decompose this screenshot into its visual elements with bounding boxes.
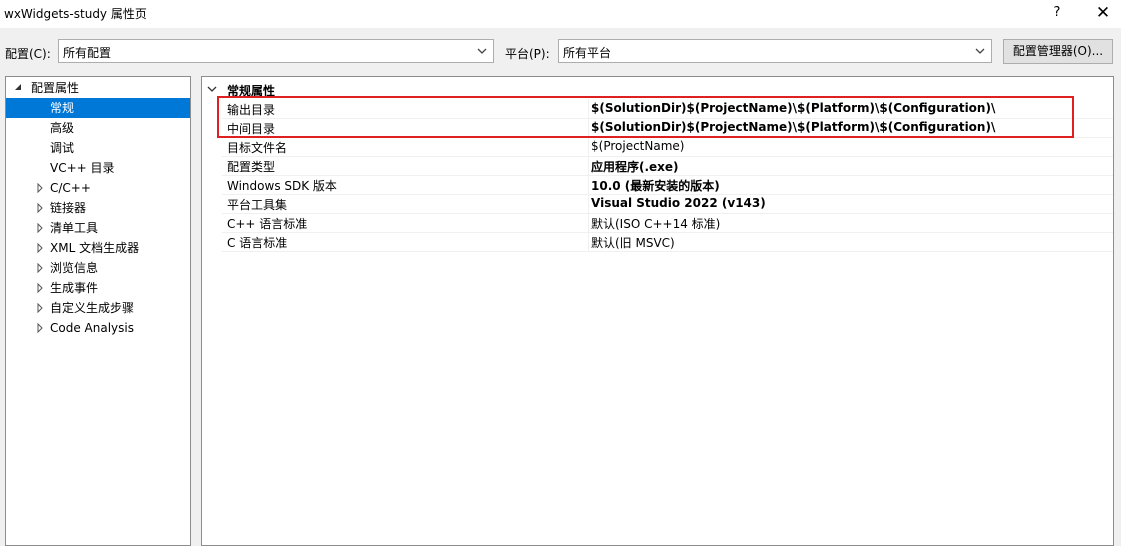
config-dropdown[interactable]: 所有配置: [58, 39, 494, 63]
expanded-triangle-icon[interactable]: [13, 78, 23, 98]
tree-root-label: 配置属性: [31, 81, 80, 95]
tree-item-label: 链接器: [50, 201, 87, 215]
property-row[interactable]: C 语言标准 默认(旧 MSVC): [222, 232, 1113, 252]
platform-dropdown[interactable]: 所有平台: [558, 39, 992, 63]
property-value[interactable]: 10.0 (最新安装的版本): [591, 177, 720, 194]
tree-item-label: 调试: [50, 141, 75, 155]
property-value[interactable]: 应用程序(.exe): [591, 158, 679, 175]
tree-item-label: 浏览信息: [50, 261, 99, 275]
property-row[interactable]: 配置类型 应用程序(.exe): [222, 156, 1113, 176]
property-grid: 常规属性 输出目录 $(SolutionDir)$(ProjectName)\$(…: [201, 76, 1114, 546]
tree-item[interactable]: 清单工具: [6, 218, 190, 238]
property-tree: 配置属性 常规高级调试 VC++ 目录 C/C++ 链接器清单工具 XML 文档生成器浏…: [5, 76, 191, 546]
tree-root-config-properties[interactable]: 配置属性: [6, 78, 190, 98]
config-label: 配置(C):: [5, 47, 51, 61]
tree-item-label: VC++ 目录: [50, 161, 115, 175]
property-name: C 语言标准: [227, 236, 288, 250]
collapsed-triangle-icon[interactable]: [35, 278, 45, 298]
tree-item-label: 常规: [50, 101, 75, 115]
close-button[interactable]: ✕: [1092, 3, 1114, 23]
tree-item[interactable]: 生成事件: [6, 278, 190, 298]
tree-item-label: Code Analysis: [50, 321, 134, 335]
property-name: 配置类型: [227, 160, 276, 174]
property-name: 平台工具集: [227, 198, 288, 212]
property-name: C++ 语言标准: [227, 217, 308, 231]
tree-item[interactable]: VC++ 目录: [6, 158, 190, 178]
collapsed-triangle-icon[interactable]: [35, 318, 45, 338]
tree-item[interactable]: 自定义生成步骤: [6, 298, 190, 318]
chevron-down-icon: [975, 48, 985, 54]
property-row[interactable]: Windows SDK 版本 10.0 (最新安装的版本): [222, 175, 1113, 195]
tree-item[interactable]: 高级: [6, 118, 190, 138]
window-title: wxWidgets-study 属性页: [4, 7, 147, 21]
platform-label: 平台(P):: [505, 47, 550, 61]
tree-item-label: XML 文档生成器: [50, 241, 140, 255]
collapsed-triangle-icon[interactable]: [35, 198, 45, 218]
highlight-box: [217, 96, 1074, 138]
config-manager-button[interactable]: 配置管理器(O)...: [1003, 39, 1113, 64]
tree-item-label: 生成事件: [50, 281, 99, 295]
title-bar: wxWidgets-study 属性页 ? ✕: [0, 0, 1121, 28]
property-row[interactable]: C++ 语言标准 默认(ISO C++14 标准): [222, 213, 1113, 233]
tree-item-label: 清单工具: [50, 221, 99, 235]
collapsed-triangle-icon[interactable]: [35, 258, 45, 278]
tree-item[interactable]: Code Analysis: [6, 318, 190, 338]
property-row[interactable]: 目标文件名 $(ProjectName): [222, 137, 1113, 157]
config-value: 所有配置: [63, 46, 112, 60]
property-name: Windows SDK 版本: [227, 179, 337, 193]
collapsed-triangle-icon[interactable]: [35, 178, 45, 198]
collapsed-triangle-icon[interactable]: [35, 238, 45, 258]
tree-item-label: C/C++: [50, 181, 91, 195]
chevron-down-icon[interactable]: [206, 83, 218, 95]
property-value[interactable]: 默认(旧 MSVC): [591, 234, 675, 251]
chevron-down-icon: [477, 48, 487, 54]
property-value[interactable]: Visual Studio 2022 (v143): [591, 196, 766, 210]
help-button[interactable]: ?: [1046, 3, 1068, 23]
tree-item[interactable]: 浏览信息: [6, 258, 190, 278]
platform-value: 所有平台: [563, 46, 612, 60]
tree-item[interactable]: 链接器: [6, 198, 190, 218]
collapsed-triangle-icon[interactable]: [35, 298, 45, 318]
property-value[interactable]: 默认(ISO C++14 标准): [591, 215, 720, 232]
property-row[interactable]: 平台工具集 Visual Studio 2022 (v143): [222, 194, 1113, 214]
property-name: 目标文件名: [227, 141, 288, 155]
collapsed-triangle-icon[interactable]: [35, 218, 45, 238]
tree-item[interactable]: XML 文档生成器: [6, 238, 190, 258]
tree-item-label: 自定义生成步骤: [50, 301, 135, 315]
tree-item[interactable]: C/C++: [6, 178, 190, 198]
property-value[interactable]: $(ProjectName): [591, 139, 684, 153]
tree-item[interactable]: 常规: [6, 98, 190, 118]
tree-item[interactable]: 调试: [6, 138, 190, 158]
tree-item-label: 高级: [50, 121, 75, 135]
